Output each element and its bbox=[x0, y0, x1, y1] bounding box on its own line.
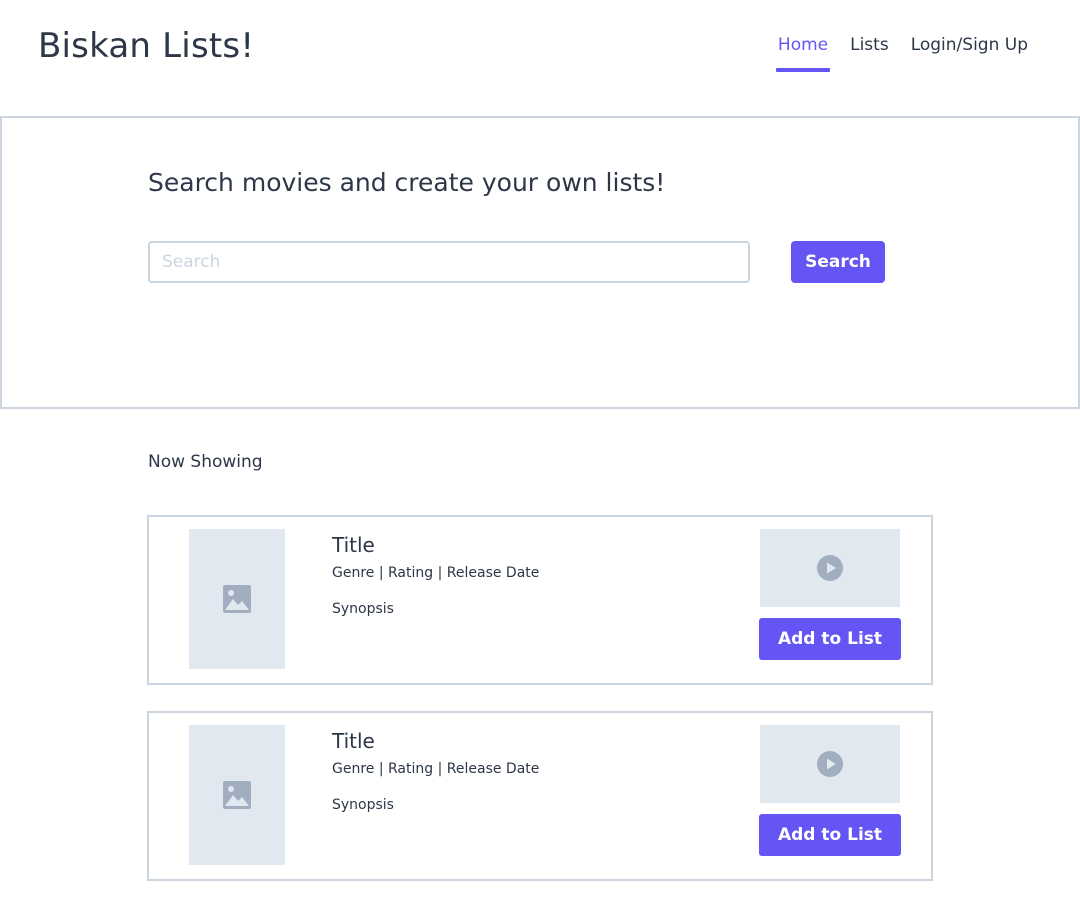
image-placeholder-icon bbox=[223, 781, 251, 809]
play-icon bbox=[817, 555, 843, 581]
brand-logo[interactable]: Biskan Lists! bbox=[38, 26, 254, 66]
movie-title: Title bbox=[332, 533, 375, 557]
trailer-thumbnail[interactable] bbox=[760, 529, 900, 607]
movie-card: Title Genre | Rating | Release Date Syno… bbox=[147, 515, 933, 685]
nav-item-lists[interactable]: Lists bbox=[850, 0, 889, 72]
hero-title: Search movies and create your own lists! bbox=[148, 168, 666, 197]
movie-card: Title Genre | Rating | Release Date Syno… bbox=[147, 711, 933, 881]
movie-synopsis: Synopsis bbox=[332, 797, 394, 813]
movie-title: Title bbox=[332, 729, 375, 753]
trailer-thumbnail[interactable] bbox=[760, 725, 900, 803]
movie-poster bbox=[189, 725, 285, 865]
main-nav: Home Lists Login/Sign Up bbox=[756, 0, 1028, 116]
movie-synopsis: Synopsis bbox=[332, 601, 394, 617]
play-icon bbox=[817, 751, 843, 777]
movie-poster bbox=[189, 529, 285, 669]
nav-item-login-signup[interactable]: Login/Sign Up bbox=[911, 0, 1028, 72]
search-input[interactable] bbox=[148, 241, 750, 283]
site-header: Biskan Lists! Home Lists Login/Sign Up bbox=[0, 0, 1080, 116]
now-showing-heading: Now Showing bbox=[148, 452, 263, 472]
movie-meta: Genre | Rating | Release Date bbox=[332, 565, 540, 581]
search-button[interactable]: Search bbox=[791, 241, 885, 283]
add-to-list-button[interactable]: Add to List bbox=[759, 618, 901, 660]
image-placeholder-icon bbox=[223, 585, 251, 613]
nav-item-home[interactable]: Home bbox=[775, 0, 831, 72]
add-to-list-button[interactable]: Add to List bbox=[759, 814, 901, 856]
search-hero: Search movies and create your own lists!… bbox=[0, 116, 1080, 409]
movie-meta: Genre | Rating | Release Date bbox=[332, 761, 540, 777]
